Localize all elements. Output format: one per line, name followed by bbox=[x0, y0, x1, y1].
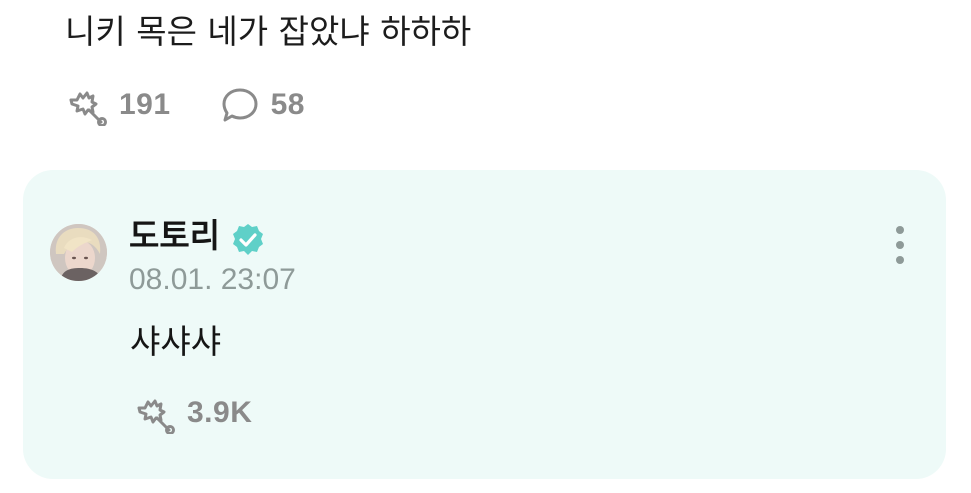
reply-timestamp: 08.01. 23:07 bbox=[129, 263, 296, 296]
post-actions: 191 58 bbox=[63, 84, 305, 126]
more-options-button[interactable] bbox=[887, 222, 913, 268]
more-vertical-icon bbox=[896, 226, 904, 264]
avatar[interactable] bbox=[50, 224, 107, 281]
like-hand-icon bbox=[137, 399, 175, 434]
post-like-button[interactable]: 191 bbox=[63, 84, 171, 126]
comment-bubble-icon bbox=[222, 88, 258, 122]
reply-text: 샤샤샤 bbox=[130, 322, 222, 361]
reply-actions: 3.9K bbox=[131, 391, 252, 435]
post-comment-count: 58 bbox=[270, 88, 305, 121]
reply-like-button[interactable]: 3.9K bbox=[131, 392, 252, 434]
reply-card: 도토리 08.01. 23:07 샤샤샤 3.9K bbox=[23, 170, 946, 479]
verified-badge-icon bbox=[233, 224, 263, 255]
avatar-image bbox=[50, 224, 107, 281]
post-comment-button[interactable]: 58 bbox=[219, 84, 305, 126]
reply-like-count: 3.9K bbox=[187, 396, 253, 429]
like-hand-icon bbox=[69, 91, 107, 126]
post-like-count: 191 bbox=[119, 88, 171, 121]
author-name[interactable]: 도토리 bbox=[129, 214, 220, 258]
post-text: 니키 목은 네가 잡았냐 하하하 bbox=[65, 12, 472, 51]
post: 니키 목은 네가 잡았냐 하하하 191 58 bbox=[0, 0, 971, 160]
